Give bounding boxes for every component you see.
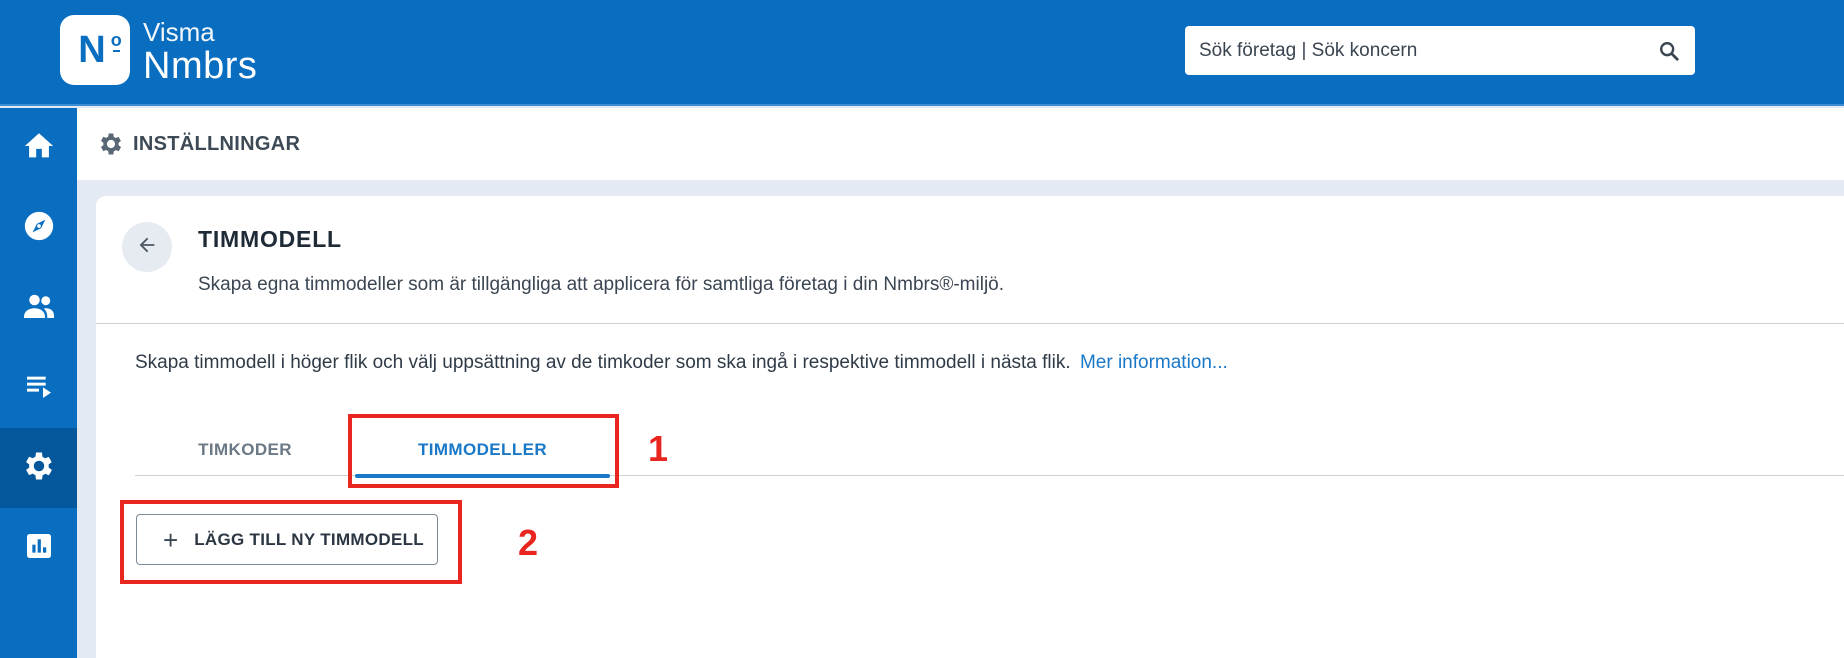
side-navigation xyxy=(0,108,77,658)
people-icon xyxy=(21,288,57,329)
brand-product: Nmbrs xyxy=(143,45,258,87)
brand-name: Visma Nmbrs xyxy=(143,18,257,86)
annotation-box-add-button xyxy=(120,500,462,584)
compass-icon xyxy=(22,209,56,248)
top-bar: No Visma Nmbrs xyxy=(0,0,1844,106)
nav-analytics[interactable] xyxy=(0,508,77,588)
logo-mark: No xyxy=(78,29,122,71)
annotation-number-2: 2 xyxy=(518,522,539,563)
playlist-icon xyxy=(23,370,55,407)
home-icon xyxy=(22,129,56,168)
info-text: Skapa timmodell i höger flik och välj up… xyxy=(135,352,1228,374)
nav-explore[interactable] xyxy=(0,188,77,268)
page-title: TIMMODELL xyxy=(198,226,342,252)
nav-settings[interactable] xyxy=(0,428,77,508)
more-info-link[interactable]: Mer information... xyxy=(1080,352,1228,373)
annotation-number-1: 1 xyxy=(648,428,669,469)
gear-icon xyxy=(21,448,57,489)
arrow-left-icon xyxy=(136,234,158,261)
nmbrs-logo[interactable]: No xyxy=(60,15,130,85)
back-button[interactable] xyxy=(122,222,172,272)
brand-company: Visma xyxy=(143,17,215,47)
search-icon[interactable] xyxy=(1657,39,1681,63)
search-box xyxy=(1185,26,1695,75)
info-description: Skapa timmodell i höger flik och välj up… xyxy=(135,352,1071,373)
nav-home[interactable] xyxy=(0,108,77,188)
bar-chart-icon xyxy=(23,530,55,567)
settings-header: INSTÄLLNINGAR xyxy=(77,108,1844,180)
tab-timkoder[interactable]: TIMKODER xyxy=(135,424,355,476)
nav-employees[interactable] xyxy=(0,268,77,348)
annotation-box-tab xyxy=(348,414,619,488)
page-subtitle: Skapa egna timmodeller som är tillgängli… xyxy=(198,274,1005,295)
search-input[interactable] xyxy=(1199,39,1657,62)
divider xyxy=(96,323,1844,324)
settings-title: INSTÄLLNINGAR xyxy=(133,132,301,155)
settings-gear-icon xyxy=(97,130,125,158)
nav-reports-list[interactable] xyxy=(0,348,77,428)
